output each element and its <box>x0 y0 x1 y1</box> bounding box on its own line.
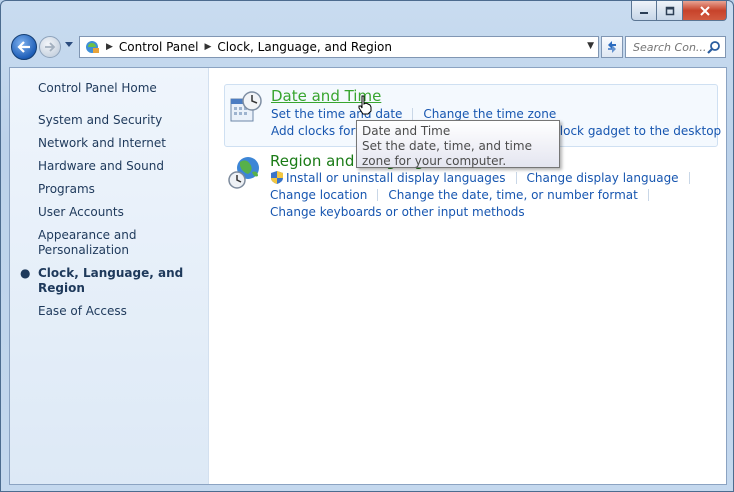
sidebar: Control Panel Home System and Security N… <box>10 68 209 484</box>
sidebar-item-ease-of-access[interactable]: Ease of Access <box>38 304 208 319</box>
caption-buttons <box>631 1 727 21</box>
hand-cursor-icon <box>357 95 373 118</box>
sidebar-item-programs[interactable]: Programs <box>38 182 208 197</box>
link-divider <box>377 189 379 201</box>
close-button[interactable] <box>683 1 727 21</box>
change-time-zone-link[interactable]: Change the time zone <box>423 107 556 121</box>
link-divider <box>515 172 517 184</box>
search-box[interactable] <box>625 36 726 58</box>
sidebar-list: System and Security Network and Internet… <box>20 113 208 327</box>
forward-button[interactable] <box>39 36 61 58</box>
calendar-clock-icon <box>230 91 262 122</box>
minimize-button[interactable] <box>631 1 657 21</box>
sidebar-item-user-accounts[interactable]: User Accounts <box>38 205 208 220</box>
maximize-icon <box>665 6 674 15</box>
sidebar-item-appearance[interactable]: Appearance and Personalization <box>38 228 148 258</box>
refresh-icon <box>608 41 616 53</box>
breadcrumb-clock-language-region[interactable]: Clock, Language, and Region <box>217 40 392 54</box>
chevron-down-icon <box>65 42 73 47</box>
refresh-button[interactable] <box>601 36 623 58</box>
globe-clock-icon <box>228 157 259 189</box>
breadcrumb-separator-icon: ▶ <box>204 42 212 52</box>
search-icon[interactable] <box>707 40 721 57</box>
tooltip-title: Date and Time <box>362 124 451 138</box>
region-language-links-row-3: Change keyboards or other input methods <box>270 205 525 219</box>
sidebar-control-panel-home[interactable]: Control Panel Home <box>38 81 157 95</box>
search-input[interactable] <box>631 39 709 55</box>
minimize-icon <box>640 11 648 14</box>
set-time-date-link[interactable]: Set the time and date <box>271 107 402 121</box>
maximize-button[interactable] <box>657 1 683 21</box>
recent-pages-dropdown[interactable] <box>65 41 73 51</box>
link-divider <box>412 108 414 120</box>
close-icon <box>699 5 710 16</box>
date-time-links-row-1: Set the time and date Change the time zon… <box>271 107 556 121</box>
sidebar-item-label: Clock, Language, and Region <box>38 266 184 295</box>
address-bar[interactable]: ▶ Control Panel ▶ Clock, Language, and R… <box>79 36 599 58</box>
breadcrumb-control-panel[interactable]: Control Panel <box>119 40 199 54</box>
back-arrow-icon <box>17 41 30 53</box>
sidebar-item-clock-language-region[interactable]: ● Clock, Language, and Region <box>20 266 208 296</box>
control-panel-window: ▶ Control Panel ▶ Clock, Language, and R… <box>0 0 734 492</box>
active-bullet-icon: ● <box>20 266 31 280</box>
control-panel-icon <box>84 39 100 55</box>
change-format-link[interactable]: Change the date, time, or number format <box>388 188 637 202</box>
region-language-links-row-2: Change location Change the date, time, or… <box>270 188 659 202</box>
navigation-bar: ▶ Control Panel ▶ Clock, Language, and R… <box>9 32 726 62</box>
change-location-link[interactable]: Change location <box>270 188 367 202</box>
tooltip: Date and Time Set the date, time, and ti… <box>356 120 560 168</box>
sidebar-item-system-security[interactable]: System and Security <box>38 113 208 128</box>
change-display-language-link[interactable]: Change display language <box>527 171 679 185</box>
breadcrumb-separator-icon: ▶ <box>106 42 113 52</box>
sidebar-item-hardware-sound[interactable]: Hardware and Sound <box>38 159 208 174</box>
link-divider <box>647 189 649 201</box>
sidebar-item-network-internet[interactable]: Network and Internet <box>38 136 208 151</box>
change-keyboards-link[interactable]: Change keyboards or other input methods <box>270 205 525 219</box>
back-button[interactable] <box>11 34 37 60</box>
region-language-links-row-1: Install or uninstall display languages Ch… <box>270 170 700 185</box>
forward-arrow-icon <box>45 42 56 52</box>
link-divider <box>688 172 690 184</box>
tooltip-body: Set the date, time, and time zone for yo… <box>362 139 532 168</box>
address-dropdown-icon[interactable]: ▼ <box>587 41 594 51</box>
install-languages-link[interactable]: Install or uninstall display languages <box>286 171 506 185</box>
uac-shield-icon <box>271 171 283 184</box>
